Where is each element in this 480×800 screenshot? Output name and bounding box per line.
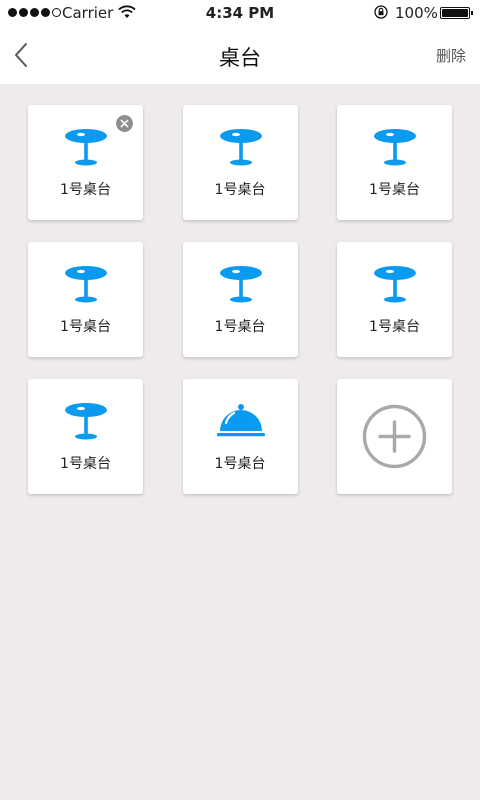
table-grid: 1号桌台 1号桌台 1号桌台 1号桌台 1号桌台 1号桌台 1号桌台 1号桌台 [28, 105, 452, 494]
table-tile[interactable]: 1号桌台 [28, 105, 143, 220]
battery-percentage: 100% [395, 4, 438, 22]
table-icon [219, 266, 262, 303]
add-table-button[interactable] [337, 379, 452, 494]
table-icon [374, 129, 416, 166]
table-tile[interactable]: 1号桌台 [182, 242, 298, 357]
table-tile-label: 1号桌台 [214, 456, 266, 472]
table-tile-label: 1号桌台 [60, 319, 111, 335]
table-icon [374, 266, 416, 303]
table-tile[interactable]: 1号桌台 [28, 242, 143, 357]
navigation-bar: 桌台 删除 [0, 26, 480, 84]
table-tile[interactable]: 1号桌台 [337, 242, 452, 357]
rotation-lock-icon [374, 5, 388, 19]
table-tile-label: 1号桌台 [214, 319, 266, 335]
table-icon [219, 129, 262, 166]
table-tile[interactable]: 1号桌台 [28, 379, 143, 494]
table-tile-label: 1号桌台 [369, 182, 420, 198]
table-tile-label: 1号桌台 [214, 182, 266, 198]
table-tile[interactable]: 1号桌台 [182, 379, 298, 494]
table-icon [65, 403, 107, 440]
table-icon [65, 266, 107, 303]
table-tile-label: 1号桌台 [60, 456, 111, 472]
table-tile-label: 1号桌台 [60, 182, 111, 198]
delete-button[interactable]: 删除 [436, 45, 466, 66]
status-bar: Carrier 4:34 PM 100% [0, 0, 480, 26]
table-icon [65, 129, 107, 166]
page-title: 桌台 [219, 46, 261, 70]
table-tile[interactable]: 1号桌台 [337, 105, 452, 220]
table-tile[interactable]: 1号桌台 [182, 105, 298, 220]
remove-table-icon[interactable] [116, 115, 133, 132]
food-cloche-icon [216, 404, 265, 437]
add-circle-icon [362, 404, 427, 469]
table-tile-label: 1号桌台 [369, 319, 420, 335]
battery-icon [440, 7, 473, 19]
